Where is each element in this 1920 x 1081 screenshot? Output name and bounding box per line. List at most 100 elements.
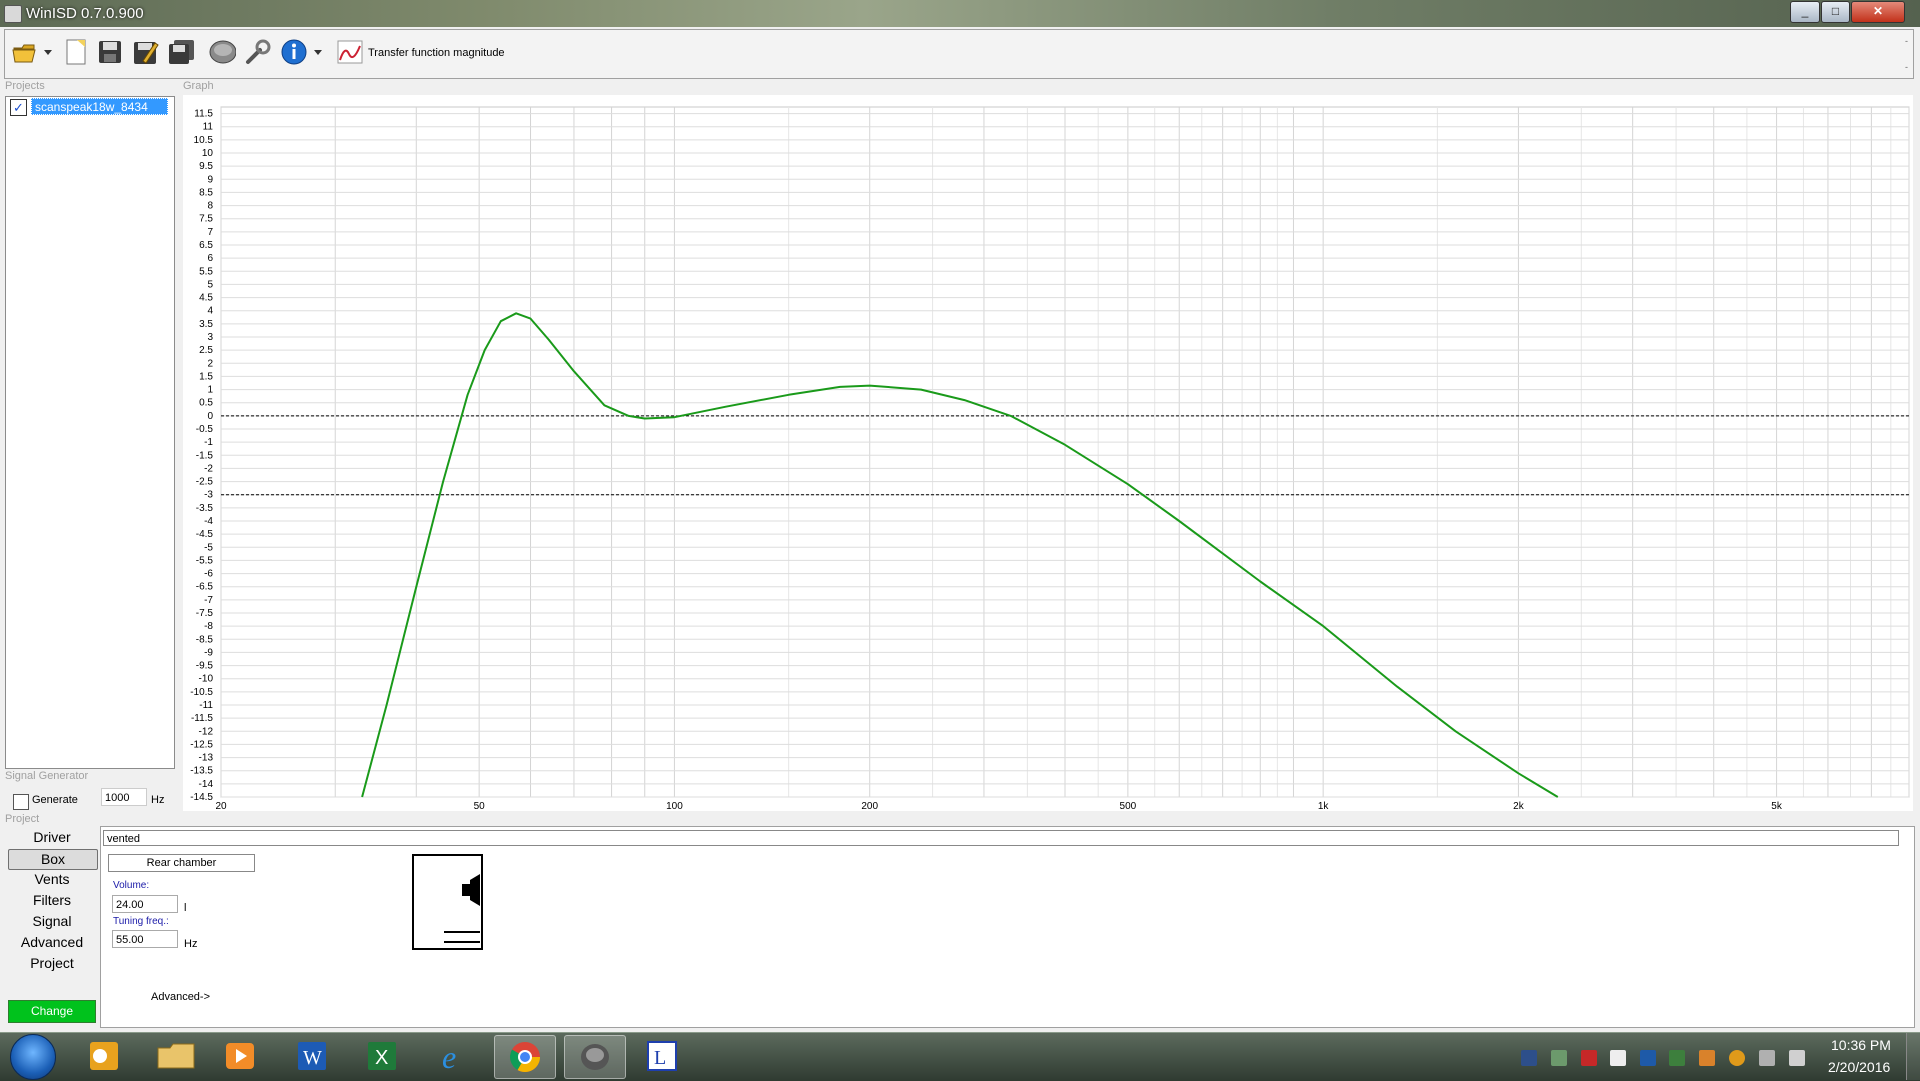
y-tick-label: 0 [207, 411, 213, 422]
save-as-icon[interactable] [132, 37, 160, 67]
clock-date[interactable]: 2/20/2016 [1828, 1059, 1890, 1075]
y-tick-label: 7.5 [199, 214, 213, 225]
y-tick-label: -13 [199, 753, 214, 764]
signal-generator-section-label: Signal Generator [5, 770, 89, 782]
excel-icon[interactable]: X [352, 1035, 412, 1077]
java-tray-icon[interactable] [1699, 1050, 1715, 1066]
network-tray-icon[interactable] [1521, 1050, 1537, 1066]
tuning-freq-input[interactable]: 55.00 [112, 930, 178, 948]
toolbar-overflow-icon[interactable]: - [1905, 36, 1908, 46]
update-tray-icon[interactable] [1729, 1050, 1745, 1066]
y-tick-label: -0.5 [196, 424, 214, 435]
y-tick-label: -8 [204, 621, 213, 632]
y-tick-label: -2.5 [196, 477, 214, 488]
nav-vents[interactable]: Vents [8, 870, 96, 889]
y-tick-label: -3.5 [196, 503, 214, 514]
app-icon[interactable] [4, 5, 22, 23]
y-tick-label: 8 [207, 201, 213, 212]
projects-list[interactable] [5, 96, 175, 769]
y-tick-label: 3.5 [199, 319, 213, 330]
display-tray-icon[interactable] [1640, 1050, 1656, 1066]
maximize-button[interactable]: □ [1821, 1, 1850, 23]
action-center-flag-icon[interactable] [1610, 1050, 1626, 1066]
spectrum-analyzer-icon[interactable]: L [632, 1035, 692, 1077]
title-bar [0, 0, 1920, 27]
minimize-button[interactable]: _ [1790, 1, 1820, 23]
rear-chamber-button[interactable]: Rear chamber [108, 854, 255, 872]
close-button[interactable]: ✕ [1851, 1, 1905, 23]
toolbar-overflow-icon[interactable]: - [1905, 62, 1908, 72]
tuning-freq-unit: Hz [184, 938, 198, 950]
new-document-icon[interactable] [62, 37, 90, 67]
graph-type-icon[interactable] [336, 37, 364, 67]
nav-driver[interactable]: Driver [8, 828, 96, 847]
graph-type-label[interactable]: Transfer function magnitude [368, 47, 505, 59]
volume-label: Volume: [113, 880, 150, 891]
y-tick-label: -1 [204, 437, 213, 448]
y-tick-label: -14 [199, 779, 214, 790]
volume-muted-icon[interactable] [1759, 1050, 1775, 1066]
nav-filters[interactable]: Filters [8, 891, 96, 910]
y-tick-label: -13.5 [190, 766, 213, 777]
show-desktop-button[interactable] [1906, 1033, 1920, 1080]
dropdown-arrow-icon[interactable] [40, 37, 56, 67]
winisd-icon[interactable] [564, 1035, 626, 1079]
graph-panel[interactable]: 11.5 11 10.5 10 9.5 9 8.5 8 7.5 7 6.5 6 5.5 5 4.5 4 3.5 3… [183, 95, 1913, 811]
advanced-link[interactable]: Advanced-> [151, 991, 210, 1003]
device-tray-icon[interactable] [1669, 1050, 1685, 1066]
project-section-label: Project [5, 813, 40, 825]
signal-frequency-input[interactable]: 1000 [101, 788, 147, 806]
start-button[interactable] [10, 1034, 56, 1080]
change-button[interactable]: Change [8, 1000, 96, 1023]
x-tick-label: 100 [666, 801, 683, 811]
save-icon[interactable] [96, 37, 124, 67]
y-tick-label: -11.5 [191, 713, 213, 724]
sync-tray-icon[interactable] [1551, 1050, 1567, 1066]
y-tick-label: -4 [204, 516, 213, 527]
network-status-icon[interactable] [1789, 1050, 1805, 1066]
y-tick-label: -12 [199, 726, 214, 737]
nav-signal[interactable]: Signal [8, 912, 96, 931]
y-tick-label: -7 [204, 595, 213, 606]
y-tick-label: -10 [199, 674, 214, 685]
nav-project[interactable]: Project [8, 954, 96, 973]
project-visible-checkbox[interactable]: ✓ [10, 99, 27, 116]
y-tick-label: -5 [204, 542, 213, 553]
graph-section-label: Graph [183, 80, 214, 92]
y-tick-label: 9.5 [199, 161, 213, 172]
y-tick-label: -5.5 [196, 555, 214, 566]
chrome-icon[interactable] [494, 1035, 556, 1079]
file-explorer-icon[interactable] [146, 1035, 206, 1077]
transfer-function-chart[interactable]: 11.51110.5109.598.587.576.565.554.543.53… [183, 95, 1913, 811]
x-tick-label: 20 [215, 801, 227, 811]
word-icon[interactable]: W [282, 1035, 342, 1077]
clock-time[interactable]: 10:36 PM [1831, 1037, 1891, 1053]
tuning-freq-label: Tuning freq.: [113, 916, 169, 927]
dropdown-arrow-icon[interactable] [311, 37, 325, 67]
acrobat-tray-icon[interactable] [1581, 1050, 1597, 1066]
x-tick-label: 2k [1513, 801, 1525, 811]
speaker-driver-icon[interactable] [208, 37, 236, 67]
y-tick-label: -14.5 [190, 792, 213, 803]
y-tick-label: 4 [207, 306, 213, 317]
open-folder-icon[interactable] [12, 37, 40, 67]
box-type-field[interactable]: vented [103, 830, 1899, 846]
y-tick-label: -9.5 [196, 661, 214, 672]
outlook-icon[interactable] [74, 1035, 134, 1077]
svg-text:e: e [442, 1040, 456, 1072]
save-all-icon[interactable] [168, 37, 196, 67]
media-player-icon[interactable] [210, 1035, 270, 1077]
project-list-item[interactable]: scanspeak18w_8434 [31, 98, 168, 115]
nav-advanced[interactable]: Advanced [8, 933, 96, 952]
generate-checkbox[interactable] [13, 794, 29, 810]
y-tick-label: -4.5 [196, 529, 214, 540]
internet-explorer-icon[interactable]: e [424, 1035, 484, 1077]
box-settings-panel [100, 826, 1915, 1028]
nav-box[interactable]: Box [8, 849, 98, 870]
info-icon[interactable] [280, 37, 308, 67]
volume-unit: l [184, 902, 187, 914]
y-tick-label: 6.5 [199, 240, 213, 251]
volume-input[interactable]: 24.00 [112, 895, 178, 913]
y-tick-label: -8.5 [196, 634, 214, 645]
wrench-icon[interactable] [244, 37, 272, 67]
